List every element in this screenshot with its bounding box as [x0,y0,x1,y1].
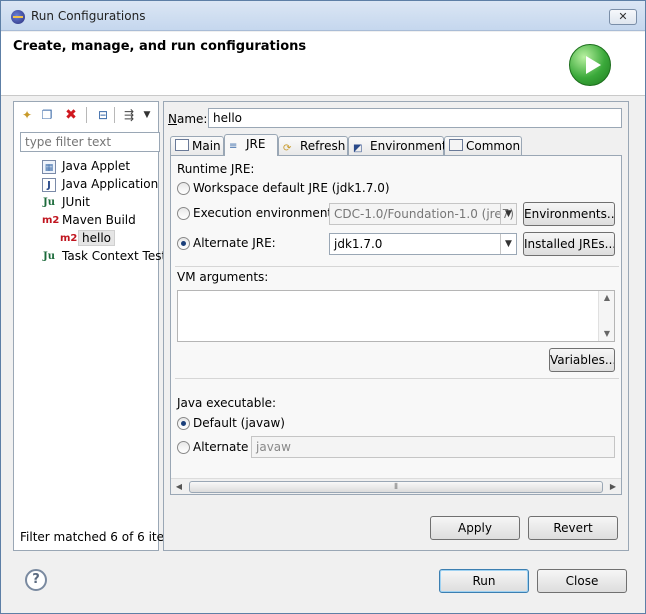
configuration-list-panel: ✦ ❐ ✖ ⊟ ⇶ ▼ ▦ Java Applet J Java Applica… [13,101,182,551]
tab-jre[interactable]: ≡ JRE [224,134,278,156]
execution-environment-select[interactable]: CDC-1.0/Foundation-1.0 (jre7) ▼ [329,203,517,225]
tree-item-label: Java Applet [62,159,131,173]
workspace-default-label: Workspace default JRE (jdk1.7.0) [193,181,390,195]
header-title: Create, manage, and run configurations [13,39,307,54]
scroll-right-icon[interactable]: ▶ [605,479,621,494]
dropdown-arrow-icon[interactable]: ▼ [138,106,156,124]
run-button[interactable]: Run [439,569,529,593]
maven-icon: m2 [60,233,78,244]
alternate-executable-label: Alternate [193,440,249,454]
scroll-left-icon[interactable]: ◀ [171,479,187,494]
dialog-header: Create, manage, and run configurations [1,32,645,96]
tab-main[interactable]: Main [170,136,224,156]
horizontal-scrollbar[interactable]: ◀ ⦀ ▶ [171,478,621,494]
configuration-editor-panel: Name: Main ≡JRE ⟳Refresh ◩Environment Co… [163,101,629,551]
default-javaw-label: Default (javaw) [193,416,285,430]
variables-button[interactable]: Variables... [549,348,615,372]
task-context-icon: Ju [42,251,55,262]
filter-status: Filter matched 6 of 6 items [20,530,182,544]
group-divider [175,266,619,267]
filter-icon[interactable]: ⇶ [120,106,138,124]
config-toolbar: ✦ ❐ ✖ ⊟ ⇶ ▼ [14,102,158,128]
close-button[interactable]: Close [537,569,627,593]
scroll-thumb[interactable]: ⦀ [189,481,603,493]
help-icon[interactable]: ? [25,569,47,591]
chevron-down-icon: ▼ [500,204,516,224]
run-icon [569,44,611,86]
refresh-tab-icon: ⟳ [283,143,292,154]
alternate-jre-label: Alternate JRE: [193,236,276,250]
title-bar: Run Configurations ✕ [1,1,645,31]
alternate-jre-select[interactable]: jdk1.7.0 ▼ [329,233,517,255]
delete-icon[interactable]: ✖ [62,106,80,124]
installed-jres-button[interactable]: Installed JREs... [523,232,615,256]
default-javaw-radio[interactable] [177,417,190,430]
scroll-up-icon[interactable]: ▲ [599,291,615,305]
maven-icon: m2 [42,215,60,226]
tree-item-label: hello [78,230,115,246]
environment-tab-icon: ◩ [353,143,363,154]
new-configuration-icon[interactable]: ✦ [18,106,36,124]
alternate-jre-radio[interactable] [177,237,190,250]
alternate-executable-radio[interactable] [177,441,190,454]
common-tab-icon [449,139,463,151]
vm-arguments-scrollbar[interactable]: ▲ ▼ [598,291,614,341]
workspace-default-radio[interactable] [177,182,190,195]
tree-item-label: Task Context Test [62,249,167,263]
vm-arguments-textarea[interactable]: ▲ ▼ [177,290,615,342]
revert-button[interactable]: Revert [528,516,618,540]
environments-button[interactable]: Environments... [523,202,615,226]
scroll-down-icon[interactable]: ▼ [599,327,615,341]
main-tab-icon [175,139,189,151]
run-configurations-window: Run Configurations ✕ Create, manage, and… [0,0,646,614]
runtime-jre-group-title: Runtime JRE: [177,162,255,176]
jre-tab-content: Runtime JRE: Workspace default JRE (jdk1… [170,155,622,495]
filter-input[interactable] [20,132,160,152]
execution-environment-radio[interactable] [177,207,190,220]
duplicate-icon[interactable]: ❐ [38,106,56,124]
tab-common[interactable]: Common [444,136,522,156]
jre-tab-icon: ≡ [229,141,238,152]
toolbar-separator [86,107,87,123]
toolbar-separator [114,107,115,123]
tab-environment[interactable]: ◩ Environment [348,136,447,156]
tree-item-label: Maven Build [62,213,136,227]
apply-button[interactable]: Apply [430,516,520,540]
name-label: Name: [168,112,208,126]
java-applet-icon: ▦ [42,160,56,174]
execution-environment-label: Execution environment: [193,206,337,220]
config-tabs: Main ≡ JRE ⟳ Refresh ◩ Environment Common [170,134,622,156]
window-close-button[interactable]: ✕ [609,9,637,25]
chevron-down-icon: ▼ [500,234,516,254]
collapse-all-icon[interactable]: ⊟ [94,106,112,124]
vm-arguments-group-title: VM arguments: [177,270,269,284]
java-executable-group-title: Java executable: [177,396,277,410]
alternate-executable-field[interactable]: javaw [251,436,615,458]
name-input[interactable] [208,108,622,128]
tree-item-label: Java Application [62,177,159,191]
java-application-icon: J [42,178,56,192]
group-divider [175,378,619,379]
tree-item-label: JUnit [62,195,90,209]
junit-icon: Ju [42,197,55,208]
eclipse-icon [11,10,25,24]
window-title: Run Configurations [31,9,146,23]
tab-refresh[interactable]: ⟳ Refresh [278,136,348,156]
